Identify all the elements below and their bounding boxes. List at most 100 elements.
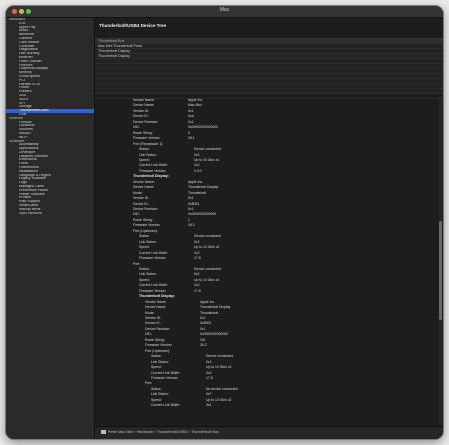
port-section-label: Port (Upstream): — [145, 348, 171, 353]
property-label: UID: — [133, 212, 140, 217]
property-label: Route String: — [145, 337, 165, 342]
property-value: 0x2 — [206, 359, 212, 364]
property-value: 0x8003 — [200, 321, 212, 326]
sidebar: Hardware ATA Apple Pay Audio Bluetooth Camera… — [6, 18, 95, 439]
property-label: Device ID: — [133, 201, 149, 206]
property-label: Device Name: — [133, 103, 155, 108]
property-label: Status: — [139, 234, 150, 239]
property-value: 0x2 — [194, 250, 200, 255]
property-label: Firmware Version: — [133, 223, 161, 228]
property-value: 1 — [188, 217, 190, 222]
property-value: Mac Mini — [188, 103, 202, 108]
port-section-label: Port (Upstream): — [133, 228, 159, 233]
port-section-label: Port: — [133, 261, 141, 266]
port-section-label: Port (Receptacle 1): — [133, 141, 164, 146]
property-label: Link Status: — [151, 359, 169, 364]
property-value: 0x2 — [194, 152, 200, 157]
property-label: Device Revision: — [133, 207, 159, 211]
property-value: 0x8003 — [188, 201, 200, 206]
path-bar: Peter Mac Mini › Hardware › Thunderbolt/… — [95, 426, 443, 439]
property-value: 0x1 — [200, 326, 206, 331]
property-label: Vendor ID: — [133, 196, 150, 201]
property-value: 0x7 — [206, 392, 212, 397]
property-label: Current Link Width: — [139, 250, 169, 255]
property-label: Device ID: — [133, 114, 149, 119]
property-label: Speed: — [139, 277, 150, 282]
property-label: Firmware Version: — [139, 256, 167, 261]
property-label: Firmware Version: — [133, 136, 161, 141]
device-heading: Thunderbolt Display: — [139, 294, 175, 299]
property-label: Firmware Version: — [151, 375, 179, 380]
page-title: Thunderbolt/USB4 Device Tree — [99, 23, 167, 28]
property-label: Device Revision: — [133, 119, 159, 124]
property-label: Route String: — [133, 130, 153, 135]
property-value: 0x1 — [188, 207, 194, 211]
property-value: Device connected — [194, 266, 221, 271]
property-value: 26.2 — [188, 223, 195, 228]
property-value: 0x2 — [206, 370, 212, 375]
property-value: Up to 40 Gb/s x1 — [194, 157, 220, 162]
property-label: UID: — [145, 332, 152, 337]
property-label: Vendor ID: — [133, 108, 150, 113]
property-label: Speed: — [139, 157, 150, 162]
detail-scrollbar[interactable] — [439, 96, 442, 425]
property-value: Thunderbolt Display — [200, 305, 231, 310]
property-value: 0x00000000000000 — [188, 125, 218, 130]
window-title: Mac — [219, 7, 230, 13]
system-information-window: Mac Hardware ATA Apple Pay Audio Bluetooth Ca… — [6, 6, 443, 439]
property-label: Vendor Name: — [133, 179, 155, 184]
property-label: Status: — [139, 266, 150, 271]
property-value: Device connected — [206, 354, 233, 359]
scrollbar-thumb[interactable] — [439, 221, 442, 320]
property-value: Thunderbolt — [200, 310, 219, 315]
property-label: Vendor ID: — [145, 316, 162, 320]
property-label: Speed: — [151, 365, 162, 370]
property-label: UID: — [133, 125, 140, 130]
property-value: No device connected — [206, 386, 238, 391]
property-value: 0x2 — [194, 163, 200, 168]
property-value: 17.8 — [206, 375, 213, 380]
property-value: 0x1 — [188, 196, 194, 201]
port-section-label: Port: — [145, 381, 153, 386]
property-label: Route String: — [133, 217, 153, 222]
property-value: 0x1 — [188, 108, 194, 113]
sidebar-item[interactable]: Sync Services — [6, 212, 94, 216]
property-label: Link Status: — [151, 392, 169, 397]
property-value: 0x2 — [194, 283, 200, 288]
property-value: 0.0.0 — [194, 168, 202, 173]
computer-icon — [101, 430, 106, 434]
property-value: Apple Inc. — [200, 299, 216, 304]
property-value: Thunderbolt — [188, 190, 207, 195]
detail-pane: Vendor Name: Apple Inc. Device Name: Mac Mi… — [95, 96, 437, 425]
property-value: 0x0000000000000 — [188, 212, 217, 217]
property-label: Device Name: — [145, 305, 167, 310]
property-label: Mode: — [133, 190, 143, 195]
property-label: Current Link Width: — [139, 163, 169, 168]
property-value: 17.8 — [194, 288, 201, 293]
property-label: Status: — [151, 386, 162, 391]
property-label: Link Status: — [139, 152, 157, 157]
property-label: Speed: — [151, 397, 162, 402]
property-value: 0 — [188, 130, 190, 135]
property-value: 0xA — [188, 114, 194, 119]
property-label: Device Name: — [133, 185, 155, 190]
property-value: 26.2 — [200, 343, 207, 348]
property-value: 0x0000000000000 — [200, 332, 229, 337]
property-value: Thunderbolt Display — [188, 185, 219, 190]
main-pane: Thunderbolt/USB4 Device Tree Thunderbolt… — [95, 18, 443, 439]
property-label: Firmware Version: — [145, 343, 173, 348]
property-value: Up to 10 Gb/s x2 — [206, 397, 232, 402]
property-label: Device ID: — [145, 321, 161, 326]
property-value: Device connected — [194, 147, 221, 152]
property-label: Status: — [151, 354, 162, 359]
property-value: 0x2 — [194, 239, 200, 244]
property-value: 301 — [200, 337, 206, 342]
property-label: Speed: — [139, 245, 150, 250]
property-label: Current Link Width: — [151, 403, 181, 408]
property-label: Device Revision: — [145, 326, 171, 331]
property-label: Status: — [139, 147, 150, 152]
property-value: 0x1 — [200, 316, 206, 320]
path-breadcrumb: Peter Mac Mini › Hardware › Thunderbolt/… — [101, 430, 219, 434]
property-label: Link Status: — [139, 272, 157, 277]
property-label: Link Status: — [139, 239, 157, 244]
